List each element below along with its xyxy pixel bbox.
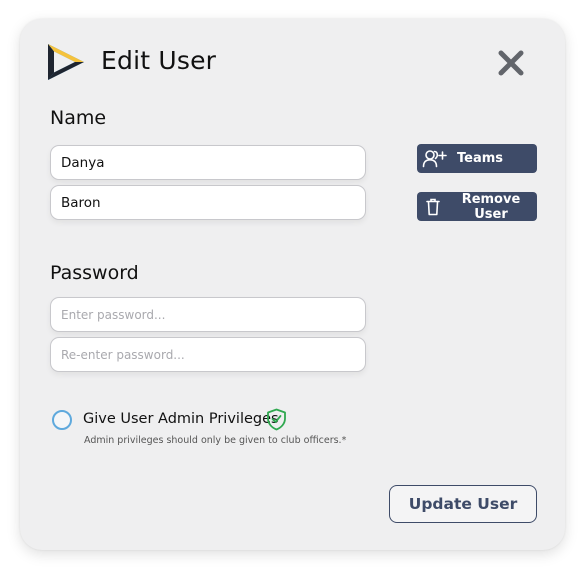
name-label: Name bbox=[50, 107, 107, 129]
update-user-button[interactable]: Update User bbox=[389, 485, 537, 523]
confirm-password-input[interactable] bbox=[50, 337, 366, 372]
admin-privileges-label: Give User Admin Privileges bbox=[83, 411, 279, 427]
dialog-title: Edit User bbox=[101, 46, 217, 75]
teams-button[interactable]: Teams bbox=[417, 144, 537, 173]
password-input[interactable] bbox=[50, 297, 366, 332]
admin-privileges-hint: Admin privileges should only be given to… bbox=[84, 435, 347, 446]
remove-user-button-label: Remove User bbox=[461, 191, 521, 222]
first-name-input[interactable] bbox=[50, 145, 366, 180]
edit-user-dialog: Edit User Name Teams Remove User bbox=[20, 19, 565, 550]
remove-user-button[interactable]: Remove User bbox=[417, 191, 537, 222]
trash-icon bbox=[426, 198, 440, 216]
shield-check-icon bbox=[267, 408, 286, 431]
last-name-input[interactable] bbox=[50, 185, 366, 220]
logo-icon bbox=[48, 44, 84, 80]
password-label: Password bbox=[50, 262, 139, 284]
admin-privileges-radio[interactable] bbox=[52, 410, 72, 430]
close-icon[interactable] bbox=[496, 48, 526, 78]
user-plus-icon bbox=[422, 149, 447, 168]
teams-button-label: Teams bbox=[457, 151, 504, 166]
